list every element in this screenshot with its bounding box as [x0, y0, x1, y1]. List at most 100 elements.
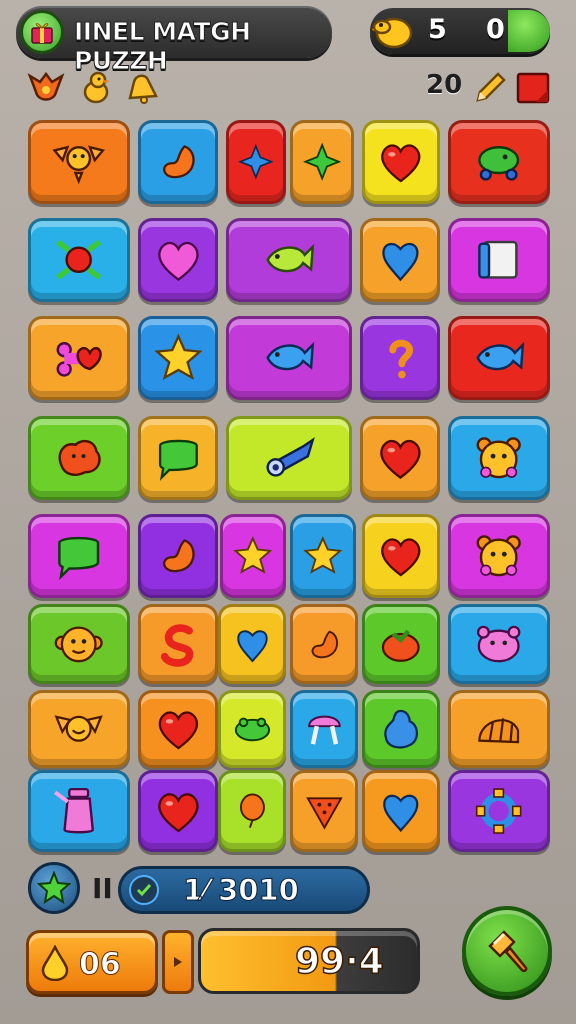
star-icon [37, 871, 71, 905]
speech-bubble-icon [58, 537, 100, 581]
board-tile[interactable] [226, 316, 352, 400]
bird-emblem-icon [27, 71, 65, 101]
drops-panel: 06 [26, 930, 158, 994]
speech-bubble-icon [158, 440, 198, 482]
board-tile[interactable] [138, 316, 218, 400]
red-flag-icon[interactable] [514, 68, 554, 108]
board-tile[interactable] [28, 604, 130, 684]
check-icon [129, 875, 159, 905]
winged-orb-icon [52, 145, 106, 185]
board-tile[interactable] [138, 120, 218, 204]
board-tile[interactable] [290, 514, 356, 598]
star-icon [233, 536, 273, 575]
board-tile[interactable] [362, 604, 440, 684]
board-tile[interactable] [290, 120, 354, 204]
bear-face-icon [476, 535, 522, 577]
board-tile[interactable] [138, 604, 218, 684]
heart-icon [379, 440, 421, 480]
score-value: 1⁄ 3010 [183, 873, 300, 908]
winged-smile-icon [54, 715, 104, 742]
blue-fish-icon [476, 341, 525, 371]
board-tile[interactable] [448, 120, 550, 204]
fish-icon [266, 243, 315, 273]
hammer-booster-button[interactable] [462, 906, 552, 996]
board-tile[interactable] [28, 218, 130, 302]
board-tile[interactable] [218, 604, 286, 684]
board-tile[interactable] [290, 690, 358, 768]
board-tile[interactable] [448, 690, 550, 768]
rocket-icon [266, 437, 316, 477]
score-bar: 1⁄ 3010 [118, 866, 370, 914]
balloon-icon [239, 793, 265, 828]
question-icon [388, 340, 413, 379]
board-tile[interactable] [362, 514, 440, 598]
board-tile[interactable] [138, 690, 218, 768]
mushroom-icon [307, 715, 341, 745]
bone-heart-icon [56, 342, 103, 377]
board-tile[interactable] [226, 120, 286, 204]
board-tile[interactable] [28, 120, 130, 204]
monkey-face-icon [54, 626, 104, 662]
pink-pig-icon [477, 625, 521, 662]
board-tile[interactable] [28, 316, 130, 400]
blue-diamond-icon [381, 243, 419, 282]
gift-icon [20, 10, 64, 54]
gem-count: 0 [486, 14, 505, 45]
add-currency-button[interactable] [508, 10, 550, 52]
board-tile[interactable] [360, 218, 440, 302]
coin-count: 5 [428, 14, 447, 45]
chick-icon [83, 71, 110, 104]
board-tile[interactable] [28, 690, 130, 768]
arrows-ball-icon [56, 240, 102, 280]
board-tile[interactable] [138, 770, 218, 852]
board-tile[interactable] [28, 770, 130, 852]
board-tile[interactable] [290, 604, 358, 684]
board-tile[interactable] [138, 218, 218, 302]
board-tile[interactable] [362, 690, 440, 768]
frog-icon [234, 717, 270, 742]
hammer-icon [488, 930, 528, 973]
board-tile[interactable] [362, 120, 440, 204]
star-icon [153, 333, 203, 381]
title-bar: IINEL MATGH PUZZH [16, 6, 332, 76]
board-tile[interactable] [360, 316, 440, 400]
pink-heart-icon [157, 242, 199, 282]
board-tile[interactable] [138, 514, 218, 598]
turtle-icon [478, 146, 520, 181]
duck-coin-icon [372, 17, 413, 49]
total-score-value: 99·4 [294, 940, 384, 983]
board-tile[interactable] [362, 770, 440, 852]
heart-icon [157, 793, 199, 833]
board-tile[interactable] [218, 770, 286, 852]
board-tile[interactable] [448, 514, 550, 598]
shell-icon [478, 718, 520, 744]
board-tile[interactable] [448, 604, 550, 684]
cracker-icon [305, 797, 343, 830]
heart-icon [158, 711, 198, 750]
board-tile[interactable] [448, 218, 550, 302]
moves-counter: 20 [426, 70, 463, 100]
board-tile[interactable] [28, 514, 130, 598]
bear-face-icon [476, 437, 522, 479]
board-tile[interactable] [290, 770, 358, 852]
drop-icon [41, 945, 69, 981]
play-arrow-icon [174, 957, 182, 967]
board-tile[interactable] [226, 416, 352, 500]
bean-icon [162, 539, 195, 573]
board-tile[interactable] [360, 416, 440, 500]
blue-star4-icon [238, 144, 274, 180]
level-indicator: II [92, 872, 113, 905]
board-tile[interactable] [28, 416, 130, 500]
currency-bar: 5 0 [370, 8, 550, 54]
board-tile[interactable] [226, 218, 352, 302]
game-title: IINEL MATGH PUZZH [74, 17, 252, 76]
pencil-icon[interactable] [470, 68, 510, 108]
board-tile[interactable] [448, 770, 550, 852]
expand-button[interactable] [162, 930, 194, 994]
board-tile[interactable] [138, 416, 218, 500]
board-tile[interactable] [448, 316, 550, 400]
bell-icon [128, 74, 158, 104]
board-tile[interactable] [220, 514, 286, 598]
board-tile[interactable] [448, 416, 550, 500]
board-tile[interactable] [218, 690, 286, 768]
